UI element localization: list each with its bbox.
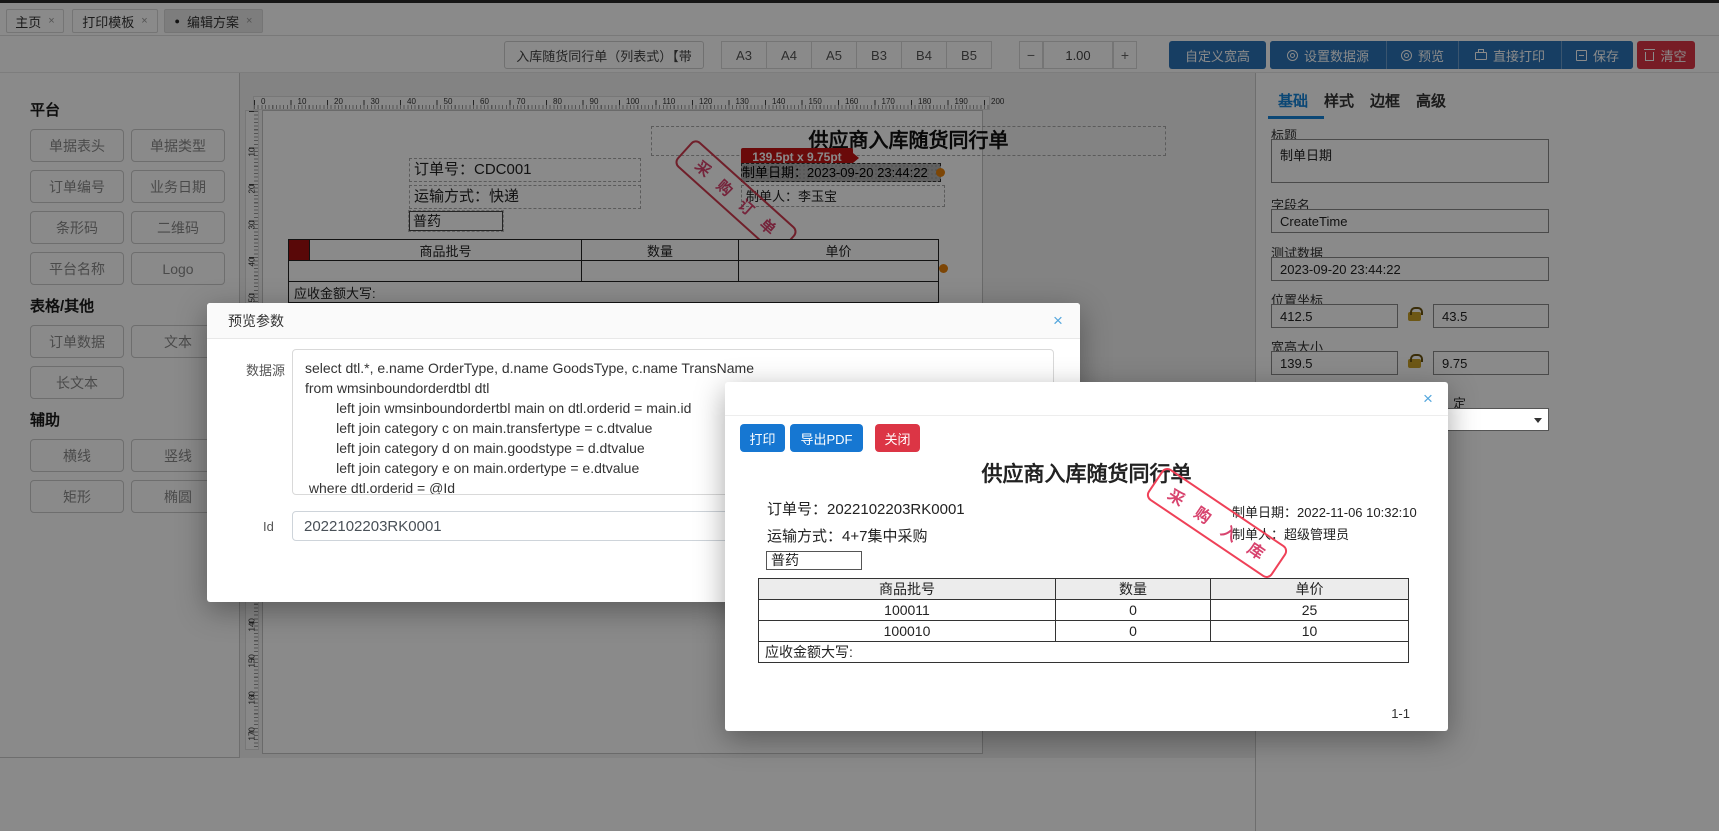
preview-order-no: 订单号：2022102203RK0001: [767, 501, 965, 518]
preview-table-cell: 100011: [758, 599, 1056, 621]
preview-table-cell: 0: [1055, 620, 1211, 642]
table-row: 100011 0 25: [758, 599, 1409, 621]
preview-table-cell: 10: [1210, 620, 1409, 642]
preview-params-title: 预览参数: [228, 313, 284, 329]
preview-table-footer: 应收金额大写:: [758, 641, 1409, 663]
preview-params-header: 预览参数 ×: [207, 303, 1080, 339]
preview-transport: 运输方式：4+7集中采购: [767, 528, 928, 545]
preview-table-header: 商品批号: [758, 578, 1056, 600]
preview-table-cell: 25: [1210, 599, 1409, 621]
print-preview-modal: × 打印 导出PDF 关闭 供应商入库随货同行单 订单号：2022102203R…: [725, 382, 1448, 731]
chevron-down-icon: [1534, 418, 1542, 423]
panel-select-dropdown[interactable]: [1431, 408, 1549, 431]
page-number: 1-1: [1391, 706, 1410, 721]
id-label: Id: [263, 519, 274, 534]
preview-table-header: 单价: [1210, 578, 1409, 600]
close-icon[interactable]: ×: [1414, 382, 1442, 415]
close-icon[interactable]: ×: [1044, 303, 1072, 339]
export-pdf-button[interactable]: 导出PDF: [790, 424, 863, 452]
print-preview-header: ×: [725, 382, 1448, 416]
preview-drug-type: 普药: [766, 551, 862, 570]
close-preview-button[interactable]: 关闭: [875, 424, 920, 452]
preview-doc-title: 供应商入库随货同行单: [981, 463, 1192, 486]
table-row: 100010 0 10: [758, 620, 1409, 642]
preview-table-cell: 0: [1055, 599, 1211, 621]
preview-table-cell: 100010: [758, 620, 1056, 642]
datasource-label: 数据源: [245, 363, 285, 378]
preview-table: 商品批号 数量 单价 100011 0 25 100010 0 10 应收金额大写:: [758, 578, 1409, 663]
preview-create-date: 制单日期：2022-11-06 10:32:10: [1232, 505, 1417, 520]
print-button[interactable]: 打印: [740, 424, 785, 452]
preview-table-header: 数量: [1055, 578, 1211, 600]
app-window: 主页 × 打印模板 × ● 编辑方案 × A3A4A5B3B4B5 − + 自定…: [0, 0, 1719, 831]
